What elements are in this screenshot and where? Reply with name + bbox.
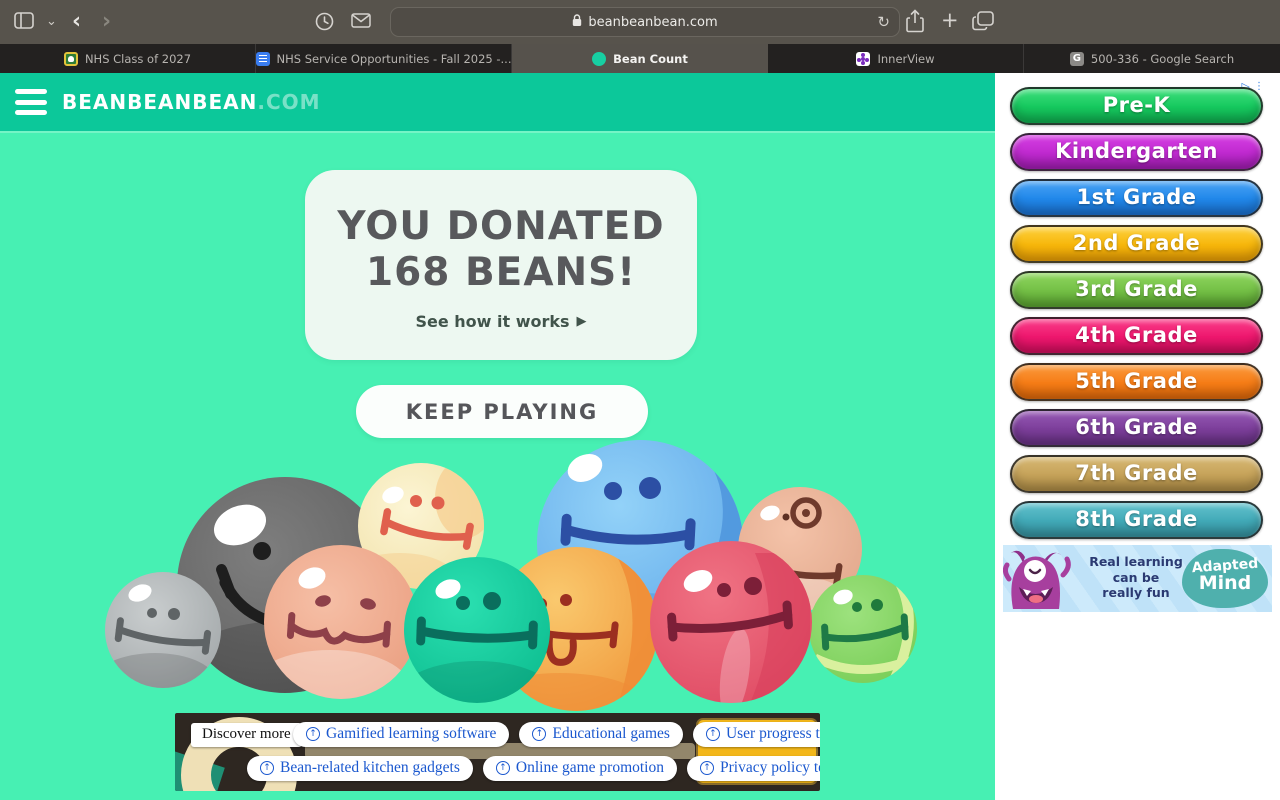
lock-icon <box>572 14 582 30</box>
tab-google-search[interactable]: G 500-336 - Google Search <box>1024 44 1280 73</box>
chip-label: User progress tracking <box>725 725 820 742</box>
adapted-mind-tagline: Real learning can be really fun <box>1089 554 1183 601</box>
mail-icon[interactable] <box>351 13 371 28</box>
grade-button-8th[interactable]: 8th Grade <box>1010 501 1263 539</box>
chip-arrow-icon: ↑ <box>700 761 714 775</box>
tab-nhs-service[interactable]: NHS Service Opportunities - Fall 2025 -.… <box>256 44 512 73</box>
innerview-icon <box>856 51 871 66</box>
ad-sidebar: ▷ ⋮ Pre-K Kindergarten 1st Grade 2nd Gra… <box>995 73 1280 800</box>
tab-bar: NHS Class of 2027 NHS Service Opportunit… <box>0 44 1280 73</box>
grade-button-list: Pre-K Kindergarten 1st Grade 2nd Grade 3… <box>1010 87 1263 539</box>
menu-hamburger-icon[interactable] <box>15 89 47 115</box>
tab-label: 500-336 - Google Search <box>1090 51 1235 66</box>
chip-arrow-icon: ↑ <box>495 761 510 775</box>
chip-label: Privacy policy template <box>720 759 820 776</box>
adapted-mind-logo: Adapted Mind <box>1182 549 1268 608</box>
site-logo[interactable]: BEANBEANBEAN.COM <box>62 90 321 114</box>
grade-button-4th[interactable]: 4th Grade <box>1010 317 1263 355</box>
donation-line1: YOU DONATED <box>337 204 665 249</box>
donation-card: YOU DONATED 168 BEANS! See how it works … <box>305 170 697 360</box>
play-triangle-icon: ▶ <box>576 314 587 330</box>
keep-playing-button[interactable]: KEEP PLAYING <box>356 385 648 438</box>
logo-suffix: .COM <box>257 90 321 114</box>
see-how-label: See how it works <box>415 312 570 332</box>
address-bar[interactable]: beanbeanbean.com ↻ <box>390 7 900 37</box>
tab-label: InnerView <box>877 51 935 66</box>
bottom-ad-banner[interactable]: FREE Discover more ↑Gamified learning so… <box>175 713 820 791</box>
grade-button-1st[interactable]: 1st Grade <box>1010 179 1263 217</box>
docs-icon <box>256 51 270 66</box>
bean-monocle-peach <box>738 487 862 611</box>
adapted-mind-ad[interactable]: Real learning can be really fun Adapted … <box>1003 545 1272 612</box>
bean-teal <box>404 557 550 703</box>
ad-chip[interactable]: ↑ Gamified learning software <box>293 722 510 747</box>
grade-button-7th[interactable]: 7th Grade <box>1010 455 1263 493</box>
google-icon: G <box>1069 51 1084 66</box>
tab-innerview[interactable]: InnerView <box>768 44 1024 73</box>
chip-arrow-icon: ↑ <box>532 727 547 741</box>
bean-favicon-icon <box>592 51 607 66</box>
new-tab-icon[interactable]: + <box>941 8 959 32</box>
bean-blue <box>537 440 743 646</box>
tab-bean-count[interactable]: Bean Count <box>512 44 768 73</box>
ad-chip[interactable]: ↑ Educational games <box>519 722 683 747</box>
url-text: beanbeanbean.com <box>588 14 718 30</box>
donation-title: YOU DONATED 168 BEANS! <box>305 204 697 296</box>
monster-icon <box>1003 550 1071 609</box>
tab-label: NHS Class of 2027 <box>84 51 192 66</box>
discover-more-label: Discover more <box>191 723 302 747</box>
ad-chip[interactable]: ↑ Bean-related kitchen gadgets <box>247 756 473 781</box>
sidebar-toggle-icon[interactable] <box>14 12 34 29</box>
chip-arrow-icon: ↑ <box>306 727 320 741</box>
tab-nhs-class[interactable]: NHS Class of 2027 <box>0 44 256 73</box>
forward-icon[interactable]: › <box>102 9 111 34</box>
chip-label: Gamified learning software <box>326 725 497 742</box>
page-viewport: BEANBEANBEAN.COM YOU DONATED 168 BEANS! … <box>0 73 1280 800</box>
chip-arrow-icon: ↑ <box>260 761 274 775</box>
bean-dark-gray <box>177 477 393 693</box>
back-icon[interactable]: ‹ <box>72 9 81 34</box>
grade-button-2nd[interactable]: 2nd Grade <box>1010 225 1263 263</box>
chip-label: Bean-related kitchen gadgets <box>280 759 460 776</box>
ad-chip[interactable]: ↑ Online game promotion <box>482 756 677 781</box>
bean-orange <box>494 547 658 711</box>
ad-chips-row2: ↑ Bean-related kitchen gadgets ↑ Online ga… <box>247 756 820 781</box>
beanbeanbean-site: BEANBEANBEAN.COM YOU DONATED 168 BEANS! … <box>0 73 995 800</box>
tab-overview-icon[interactable] <box>972 11 994 31</box>
grade-button-3rd[interactable]: 3rd Grade <box>1010 271 1263 309</box>
chip-label: Educational games <box>552 725 670 742</box>
chip-arrow-icon: ↑ <box>705 727 720 741</box>
share-icon[interactable] <box>906 9 924 33</box>
browser-toolbar: ⌄ ‹ › beanbeanbean.com ↻ + <box>0 0 1280 44</box>
bean-pale-yellow <box>358 463 484 589</box>
safari-window: ⌄ ‹ › beanbeanbean.com ↻ + NHS Class of … <box>0 0 1280 800</box>
bean-silver <box>105 572 221 688</box>
chip-label: Online game promotion <box>515 759 664 776</box>
see-how-it-works-link[interactable]: See how it works ▶ <box>415 312 586 331</box>
classroom-icon <box>63 51 78 66</box>
donation-line2: 168 BEANS! <box>365 250 637 296</box>
grade-button-6th[interactable]: 6th Grade <box>1010 409 1263 447</box>
grade-button-5th[interactable]: 5th Grade <box>1010 363 1263 401</box>
chevron-down-icon[interactable]: ⌄ <box>46 14 57 29</box>
bean-peach <box>264 545 418 699</box>
history-clock-icon[interactable] <box>315 12 334 31</box>
reload-icon[interactable]: ↻ <box>877 13 890 31</box>
ad-chip[interactable]: ↑ Privacy policy template <box>687 756 820 781</box>
bean-red <box>650 541 812 703</box>
grade-button-pre-k[interactable]: Pre-K <box>1010 87 1263 125</box>
ad-chip[interactable]: ↑ User progress tracking <box>692 722 820 747</box>
ad-chips-row1: ↑ Gamified learning software ↑ Educational… <box>293 722 820 747</box>
tab-label: NHS Service Opportunities - Fall 2025 -.… <box>276 51 512 66</box>
logo-main: BEANBEANBEAN <box>62 90 258 114</box>
grade-button-kindergarten[interactable]: Kindergarten <box>1010 133 1263 171</box>
bean-green-striped <box>809 575 917 683</box>
tab-label: Bean Count <box>613 51 688 66</box>
site-header: BEANBEANBEAN.COM <box>0 73 995 131</box>
